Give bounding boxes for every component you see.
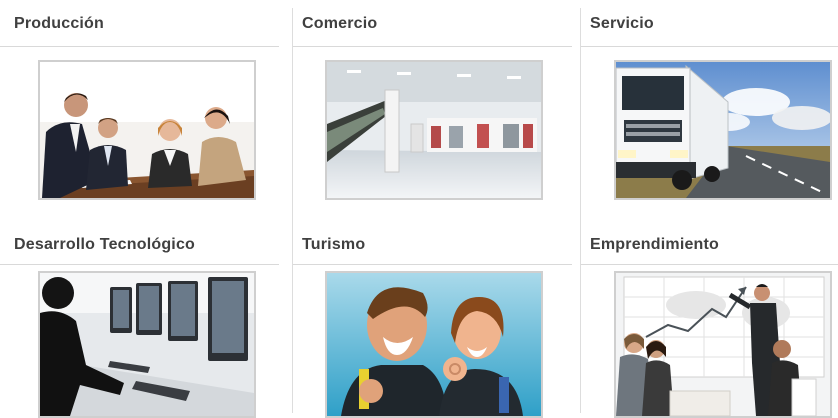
category-card-comercio[interactable]: Comercio [293, 0, 572, 206]
scuba-divers-image[interactable] [325, 271, 543, 418]
business-meeting-image[interactable] [38, 60, 256, 200]
category-card-turismo[interactable]: Turismo [293, 212, 572, 418]
presentation-chart-image[interactable] [614, 271, 832, 418]
category-grid: Producción Comercio Servicio Desarrollo … [0, 0, 838, 418]
category-title[interactable]: Comercio [293, 0, 572, 47]
category-title[interactable]: Servicio [581, 0, 838, 47]
category-title[interactable]: Emprendimiento [581, 217, 838, 265]
category-title[interactable]: Turismo [293, 217, 572, 265]
computer-lab-image[interactable] [38, 271, 256, 418]
category-title[interactable]: Producción [0, 0, 279, 47]
category-card-desarrollo-tecnologico[interactable]: Desarrollo Tecnológico [0, 212, 279, 418]
category-card-produccion[interactable]: Producción [0, 0, 279, 206]
category-title[interactable]: Desarrollo Tecnológico [0, 217, 279, 265]
shopping-mall-image[interactable] [325, 60, 543, 200]
truck-highway-image[interactable] [614, 60, 832, 200]
category-card-emprendimiento[interactable]: Emprendimiento [581, 212, 838, 418]
category-card-servicio[interactable]: Servicio [581, 0, 838, 206]
